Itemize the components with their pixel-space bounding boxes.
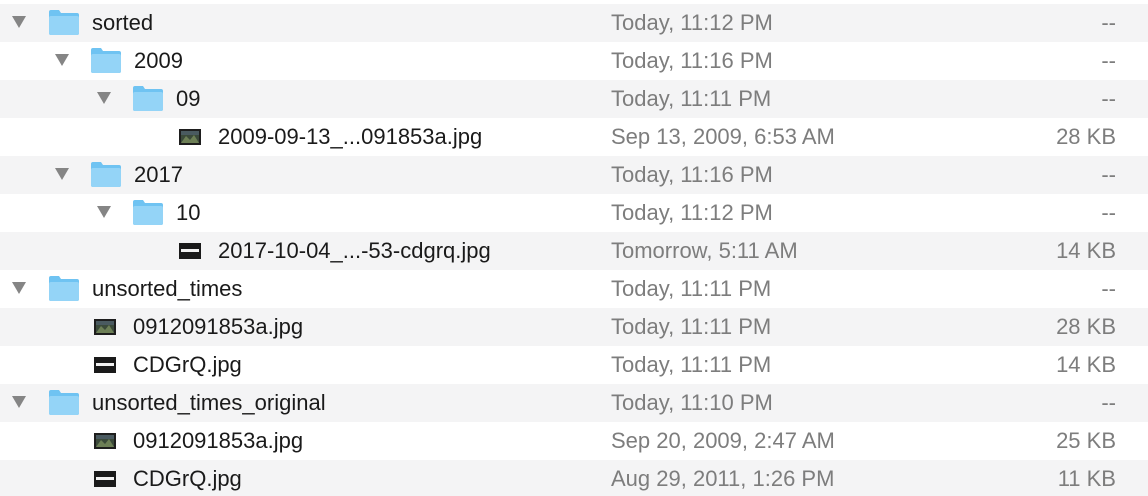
folder-icon (91, 162, 121, 187)
list-row-file[interactable]: 2017-10-04_...-53-cdgrq.jpg Tomorrow, 5:… (0, 232, 1148, 270)
item-size: -- (1101, 86, 1116, 111)
item-size: 28 KB (1056, 314, 1116, 339)
item-name: CDGrQ.jpg (133, 466, 242, 491)
item-size: -- (1101, 390, 1116, 415)
list-row-folder[interactable]: 10 Today, 11:12 PM -- (0, 194, 1148, 232)
list-row-folder[interactable]: 2009 Today, 11:16 PM -- (0, 42, 1148, 80)
item-name: 2017-10-04_...-53-cdgrq.jpg (218, 238, 491, 263)
folder-icon (133, 200, 163, 225)
disclosure-triangle-icon[interactable] (12, 282, 26, 294)
disclosure-triangle-icon[interactable] (12, 16, 26, 28)
image-thumbnail-icon (179, 129, 201, 145)
item-size: -- (1101, 10, 1116, 35)
date-modified: Today, 11:10 PM (611, 390, 773, 415)
list-row-folder[interactable]: 09 Today, 11:11 PM -- (0, 80, 1148, 118)
disclosure-triangle-icon[interactable] (97, 206, 111, 218)
list-row-folder[interactable]: sorted Today, 11:12 PM -- (0, 4, 1148, 42)
list-row-file[interactable]: CDGrQ.jpg Today, 11:11 PM 14 KB (0, 346, 1148, 384)
list-row-file[interactable]: 0912091853a.jpg Today, 11:11 PM 28 KB (0, 308, 1148, 346)
date-modified: Today, 11:11 PM (611, 276, 772, 301)
file-list: sorted Today, 11:12 PM -- 2009 Today, 11… (0, 0, 1148, 496)
list-row-folder[interactable]: unsorted_times Today, 11:11 PM -- (0, 270, 1148, 308)
date-modified: Sep 20, 2009, 2:47 AM (611, 428, 835, 453)
item-size: -- (1101, 162, 1116, 187)
item-name: CDGrQ.jpg (133, 352, 242, 377)
item-size: -- (1101, 276, 1116, 301)
date-modified: Today, 11:11 PM (611, 86, 772, 111)
item-size: -- (1101, 48, 1116, 73)
disclosure-triangle-icon[interactable] (97, 92, 111, 104)
item-size: 14 KB (1056, 238, 1116, 263)
date-modified: Aug 29, 2011, 1:26 PM (611, 466, 835, 491)
date-modified: Today, 11:16 PM (611, 162, 773, 187)
item-name: unsorted_times_original (92, 390, 326, 415)
item-name: 2017 (134, 162, 183, 187)
folder-icon (49, 10, 79, 35)
folder-icon (49, 276, 79, 301)
dark-image-thumbnail-icon (94, 471, 116, 487)
item-name: 0912091853a.jpg (133, 428, 304, 453)
date-modified: Sep 13, 2009, 6:53 AM (611, 124, 835, 149)
list-row-folder[interactable]: 2017 Today, 11:16 PM -- (0, 156, 1148, 194)
image-thumbnail-icon (94, 319, 116, 335)
image-thumbnail-icon (94, 433, 116, 449)
list-row-file[interactable]: CDGrQ.jpg Aug 29, 2011, 1:26 PM 11 KB (0, 460, 1148, 496)
date-modified: Today, 11:11 PM (611, 314, 772, 339)
item-size: 28 KB (1056, 124, 1116, 149)
item-name: 0912091853a.jpg (133, 314, 304, 339)
item-name: 10 (176, 200, 201, 225)
disclosure-triangle-icon[interactable] (55, 54, 69, 66)
date-modified: Today, 11:11 PM (611, 352, 772, 377)
list-row-file[interactable]: 2009-09-13_...091853a.jpg Sep 13, 2009, … (0, 118, 1148, 156)
date-modified: Tomorrow, 5:11 AM (611, 238, 798, 263)
item-size: 11 KB (1057, 466, 1116, 491)
item-size: 25 KB (1056, 428, 1116, 453)
list-row-folder[interactable]: unsorted_times_original Today, 11:10 PM … (0, 384, 1148, 422)
item-name: 2009 (134, 48, 183, 73)
date-modified: Today, 11:12 PM (611, 10, 773, 35)
item-name: unsorted_times (92, 276, 243, 301)
disclosure-triangle-icon[interactable] (12, 396, 26, 408)
item-name: 2009-09-13_...091853a.jpg (218, 124, 483, 149)
folder-icon (91, 48, 121, 73)
date-modified: Today, 11:16 PM (611, 48, 773, 73)
item-size: 14 KB (1056, 352, 1116, 377)
dark-image-thumbnail-icon (94, 357, 116, 373)
date-modified: Today, 11:12 PM (611, 200, 773, 225)
item-size: -- (1101, 200, 1116, 225)
list-row-file[interactable]: 0912091853a.jpg Sep 20, 2009, 2:47 AM 25… (0, 422, 1148, 460)
item-name: sorted (92, 10, 154, 35)
folder-icon (49, 390, 79, 415)
dark-image-thumbnail-icon (179, 243, 201, 259)
disclosure-triangle-icon[interactable] (55, 168, 69, 180)
folder-icon (133, 86, 163, 111)
item-name: 09 (176, 86, 201, 111)
